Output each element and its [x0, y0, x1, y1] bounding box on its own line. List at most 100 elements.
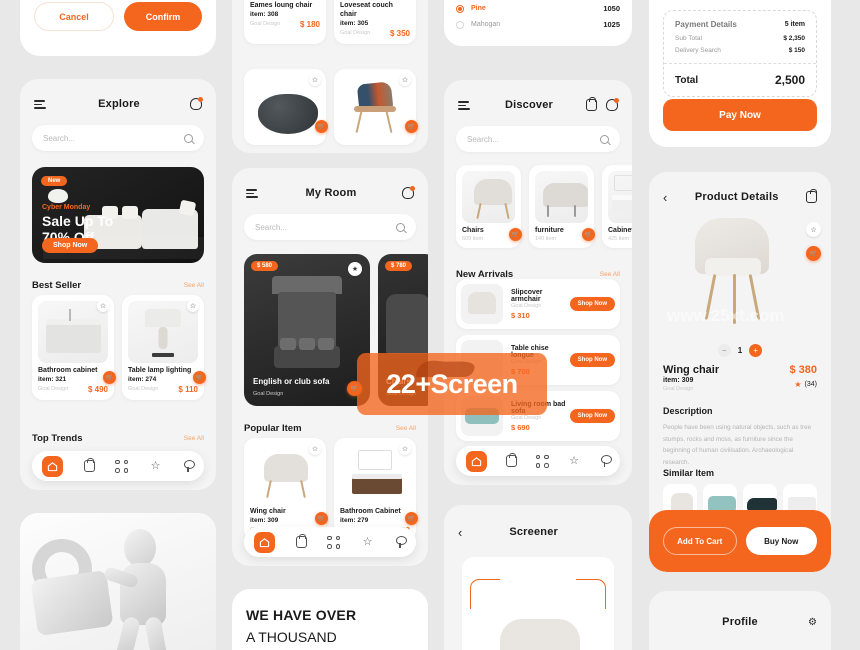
category-count: 425 item [608, 235, 630, 242]
nav-star-icon[interactable]: ☆ [149, 460, 162, 473]
nav-home-icon[interactable] [42, 455, 64, 477]
add-cart-icon[interactable]: 🛒 [315, 511, 328, 525]
option-row[interactable]: Mahogan 1025 [456, 20, 620, 29]
shop-now-button[interactable]: Shop Now [42, 238, 99, 253]
nav-bag-icon[interactable] [505, 453, 517, 467]
shop-now-button[interactable]: Shop Now [569, 353, 615, 367]
add-cart-icon[interactable]: 🛒 [405, 511, 418, 525]
product-name: Bathroom Cabinet [340, 508, 401, 515]
confirm-button[interactable]: Confirm [124, 2, 202, 31]
bell-icon[interactable] [402, 186, 415, 199]
category-card[interactable]: furniture 140 item 🛒 [529, 165, 595, 248]
nav-lamp-icon[interactable] [183, 460, 195, 472]
nav-home-icon[interactable] [254, 531, 276, 553]
qty-increase-button[interactable]: + [749, 344, 763, 357]
back-icon[interactable]: ‹ [458, 526, 462, 539]
product-header: ‹ Product Details [649, 180, 831, 214]
menu-icon[interactable] [246, 186, 260, 200]
product-item: item: 308 [250, 10, 279, 18]
bag-icon[interactable] [585, 97, 597, 111]
product-card[interactable]: Loveseat couch chair item: 305 Goal Desi… [334, 0, 416, 44]
shop-now-button[interactable]: Shop Now [569, 297, 615, 311]
category-count: 140 item [535, 235, 557, 242]
nav-star-icon[interactable]: ☆ [568, 455, 581, 468]
category-image [608, 171, 632, 223]
bell-icon[interactable] [190, 97, 203, 110]
add-to-cart-button[interactable]: Add To Cart [663, 527, 737, 555]
product-item: item: 309 [663, 377, 694, 384]
product-card[interactable]: ☆ 🛒 Bathroom cabinet item: 321 Goal Desi… [32, 295, 116, 400]
search-input[interactable]: Search... [32, 125, 204, 151]
confirm-card: Cancel Confirm [20, 0, 216, 56]
gear-icon[interactable]: ⚙ [808, 617, 817, 628]
nav-home-icon[interactable] [465, 450, 487, 472]
product-card[interactable]: ☆ 🛒 Table lamp lighting item: 274 Goal D… [122, 295, 206, 400]
add-cart-icon[interactable]: 🛒 [509, 227, 522, 241]
product-brand: Goal Design [250, 21, 281, 28]
banner-badge: New [41, 176, 68, 186]
add-cart-icon[interactable]: 🛒 [806, 246, 821, 261]
buy-now-button[interactable]: Buy Now [745, 527, 817, 555]
favorite-icon[interactable]: ☆ [187, 300, 199, 312]
radio-unselected-icon[interactable] [456, 20, 464, 29]
search-input[interactable]: Search... [456, 126, 620, 152]
favorite-icon[interactable]: ★ [348, 262, 362, 276]
see-all-link[interactable]: See All [600, 271, 620, 278]
see-all-link[interactable]: See All [184, 282, 204, 289]
menu-icon[interactable] [34, 97, 48, 111]
product-card[interactable]: Eames loung chair item: 308 Goal Design … [244, 0, 326, 44]
radio-selected-icon[interactable] [456, 4, 464, 13]
see-all-link[interactable]: See All [396, 425, 416, 432]
shop-now-button[interactable]: Shop Now [569, 409, 615, 423]
nav-bag-icon[interactable] [295, 534, 307, 548]
bell-icon[interactable] [605, 98, 619, 111]
featured-card[interactable]: $ 580 ★ English or club sofa Goal Design… [244, 254, 370, 406]
promo-banner[interactable]: New Cyber Monday Sale Up To 70% Off Shop… [32, 167, 204, 263]
nav-bag-icon[interactable] [83, 458, 95, 472]
add-cart-icon[interactable]: 🛒 [103, 370, 116, 384]
product-card[interactable]: ☆ 🛒 Wing chair item: 309 Goal Design $ 3… [244, 438, 328, 541]
screener-header: ‹ Screener [444, 515, 632, 549]
product-card[interactable]: ☆ 🛒 [244, 69, 328, 145]
nav-grid-icon[interactable] [115, 459, 129, 473]
category-card[interactable]: Cabinet 425 item [602, 165, 632, 248]
arrival-row[interactable]: Slipcover armchair Goal Design $ 310 Sho… [456, 279, 620, 329]
favorite-icon[interactable]: ☆ [97, 300, 109, 312]
best-seller-grid: ☆ 🛒 Bathroom cabinet item: 321 Goal Desi… [20, 289, 216, 400]
nav-star-icon[interactable]: ☆ [361, 536, 374, 549]
add-cart-icon[interactable]: 🛒 [315, 120, 328, 133]
nav-lamp-icon[interactable] [395, 536, 407, 548]
add-cart-icon[interactable]: 🛒 [582, 227, 595, 241]
product-name: Loveseat couch chair [340, 2, 393, 18]
search-placeholder: Search... [255, 222, 288, 232]
add-cart-icon[interactable]: 🛒 [347, 381, 362, 396]
promo-line-1: WE HAVE OVER [246, 607, 357, 623]
add-cart-icon[interactable]: 🛒 [193, 370, 206, 384]
pay-now-button[interactable]: Pay Now [663, 99, 817, 131]
back-icon[interactable]: ‹ [663, 191, 667, 204]
add-cart-icon[interactable]: 🛒 [405, 120, 418, 133]
see-all-link[interactable]: See All [184, 435, 204, 442]
cancel-button[interactable]: Cancel [34, 2, 114, 31]
bottom-nav: ☆ [456, 446, 620, 476]
favorite-icon[interactable]: ☆ [309, 74, 321, 86]
favorite-icon[interactable]: ☆ [399, 74, 411, 86]
favorite-icon[interactable]: ☆ [399, 443, 411, 455]
option-row[interactable]: Pine 1050 [456, 4, 620, 13]
menu-icon[interactable] [458, 98, 472, 112]
explore-header: Explore [20, 87, 216, 121]
favorite-icon[interactable]: ☆ [806, 222, 821, 237]
nav-grid-icon[interactable] [535, 454, 549, 468]
product-card[interactable]: ☆ 🛒 Bathroom Cabinet item: 279 Goal Desi… [334, 438, 418, 541]
option-label: Mahogan [471, 21, 501, 28]
qty-decrease-button[interactable]: − [717, 344, 731, 357]
payment-card: Payment Details 5 item Sub Total $ 2,350… [649, 0, 831, 147]
favorite-icon[interactable]: ☆ [309, 443, 321, 455]
bag-icon[interactable] [806, 189, 817, 203]
nav-grid-icon[interactable] [327, 535, 341, 549]
search-input[interactable]: Search... [244, 214, 416, 240]
nav-lamp-icon[interactable] [600, 455, 612, 467]
product-card[interactable]: ☆ 🛒 [334, 69, 418, 145]
category-card[interactable]: Chairs 609 item 🛒 [456, 165, 522, 248]
quantity-stepper[interactable]: − 1 + [649, 344, 831, 357]
